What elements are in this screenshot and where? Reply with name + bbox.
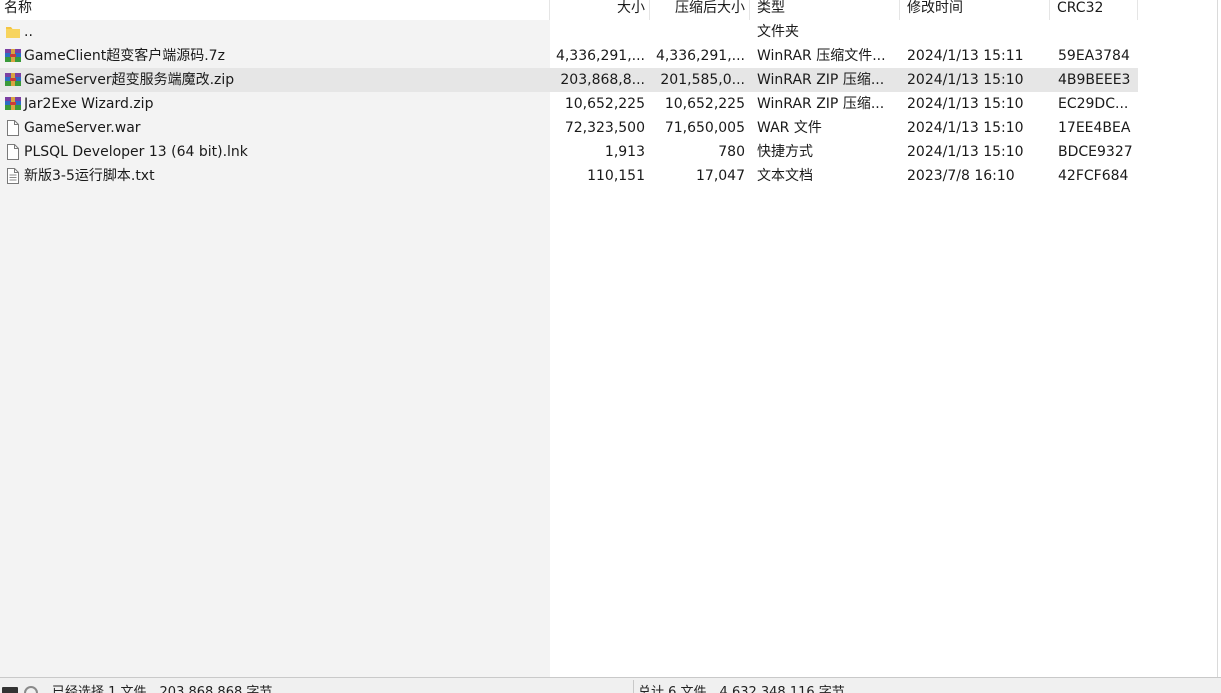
drive-icon[interactable]: [2, 687, 18, 693]
file-crc: EC29DC...: [1058, 96, 1129, 112]
file-type: WinRAR 压缩文件...: [757, 48, 886, 64]
file-name-cell: ..: [2, 20, 548, 44]
column-header-size-label: 大小: [617, 0, 645, 16]
file-name: GameServer.war: [24, 120, 141, 136]
window-edge: [1217, 0, 1221, 692]
column-header-crc[interactable]: CRC32: [1050, 0, 1138, 20]
column-header-packed-size-label: 压缩后大小: [675, 0, 745, 16]
file-name-cell: 新版3-5运行脚本.txt: [2, 164, 548, 188]
file-modified: 2024/1/13 15:11: [907, 48, 1024, 64]
column-header: 名称 大小 压缩后大小 类型 修改时间 CRC32: [0, 0, 1217, 20]
file-packed-size: 10,652,225: [664, 96, 745, 112]
column-header-name-label: 名称: [4, 0, 32, 16]
status-divider: [633, 680, 634, 693]
file-modified: 2024/1/13 15:10: [907, 120, 1024, 136]
file-packed-size: 4,336,291,...: [655, 48, 745, 64]
file-row[interactable]: PLSQL Developer 13 (64 bit).lnk 1,913 780 快…: [0, 140, 1138, 164]
file-name: 新版3-5运行脚本.txt: [24, 168, 155, 184]
folder-icon: [4, 23, 22, 41]
file-row[interactable]: GameClient超变客户端源码.7z 4,336,291,... 4,336,2…: [0, 44, 1138, 68]
file-name: GameServer超变服务端魔改.zip: [24, 72, 235, 88]
archive-icon: [4, 71, 22, 89]
text-file-icon: [4, 167, 22, 185]
file-name-cell: GameClient超变客户端源码.7z: [2, 44, 548, 68]
file-modified: 2024/1/13 15:10: [907, 144, 1024, 160]
column-header-modified[interactable]: 修改时间: [900, 0, 1050, 20]
file-modified: 2024/1/13 15:10: [907, 96, 1024, 112]
file-row[interactable]: GameServer.war 72,323,500 71,650,005 WAR 文件…: [0, 116, 1138, 140]
file-type: WinRAR ZIP 压缩...: [757, 96, 885, 112]
file-packed-size: 71,650,005: [664, 120, 745, 136]
file-modified: [907, 20, 1047, 44]
file-size: 1,913: [604, 144, 645, 160]
file-packed-size: [650, 20, 745, 44]
file-name-cell: GameServer.war: [2, 116, 548, 140]
file-name-cell: PLSQL Developer 13 (64 bit).lnk: [2, 140, 548, 164]
status-bar: 已经选择 1 文件，203,868,868 字节 总计 6 文件，4,632,3…: [0, 677, 1221, 693]
file-type: 文本文档: [757, 168, 813, 184]
file-crc: 17EE4BEA: [1058, 120, 1131, 136]
file-row[interactable]: Jar2Exe Wizard.zip 10,652,225 10,652,225 Wi…: [0, 92, 1138, 116]
file-name: GameClient超变客户端源码.7z: [24, 48, 225, 64]
file-icon: [4, 143, 22, 161]
file-modified: 2023/7/8 16:10: [907, 168, 1015, 184]
file-size: 203,868,8...: [560, 72, 645, 88]
file-crc: 42FCF684: [1058, 168, 1129, 184]
column-header-type[interactable]: 类型: [750, 0, 900, 20]
column-header-name[interactable]: 名称: [0, 0, 550, 20]
column-header-crc-label: CRC32: [1057, 0, 1104, 16]
file-name: Jar2Exe Wizard.zip: [24, 96, 154, 112]
file-crc: 4B9BEEE3: [1058, 72, 1131, 88]
archive-file-list-window: 名称 大小 压缩后大小 类型 修改时间 CRC32 .. 文件夹 GameClien…: [0, 0, 1221, 693]
column-header-type-label: 类型: [757, 0, 785, 16]
file-row[interactable]: 新版3-5运行脚本.txt 110,151 17,047 文本文档 2023/7/8 1…: [0, 164, 1138, 188]
file-icon: [4, 119, 22, 137]
archive-icon: [4, 47, 22, 65]
file-size: 4,336,291,...: [555, 48, 645, 64]
file-crc: [1058, 20, 1136, 44]
file-size: 110,151: [587, 168, 645, 184]
file-type: WinRAR ZIP 压缩...: [757, 72, 885, 88]
file-size: 10,652,225: [564, 96, 645, 112]
file-type: 快捷方式: [757, 144, 813, 160]
file-modified: 2024/1/13 15:10: [907, 72, 1024, 88]
file-crc: BDCE9327: [1058, 144, 1133, 160]
file-packed-size: 201,585,0...: [660, 72, 745, 88]
column-header-modified-label: 修改时间: [907, 0, 963, 16]
file-packed-size: 780: [718, 144, 745, 160]
file-row[interactable]: .. 文件夹: [0, 20, 1138, 44]
file-crc: 59EA3784: [1058, 48, 1130, 64]
file-name-cell: GameServer超变服务端魔改.zip: [2, 68, 548, 92]
file-size: [550, 20, 645, 44]
archive-icon: [4, 95, 22, 113]
file-name-cell: Jar2Exe Wizard.zip: [2, 92, 548, 116]
file-type: 文件夹: [757, 24, 799, 40]
file-size: 72,323,500: [564, 120, 645, 136]
file-name: PLSQL Developer 13 (64 bit).lnk: [24, 144, 248, 160]
column-header-size[interactable]: 大小: [550, 0, 650, 20]
file-packed-size: 17,047: [696, 168, 745, 184]
file-row[interactable]: GameServer超变服务端魔改.zip 203,868,8... 201,585…: [0, 68, 1138, 92]
column-header-packed-size[interactable]: 压缩后大小: [650, 0, 750, 20]
file-name: ..: [24, 24, 33, 40]
file-type: WAR 文件: [757, 120, 822, 136]
